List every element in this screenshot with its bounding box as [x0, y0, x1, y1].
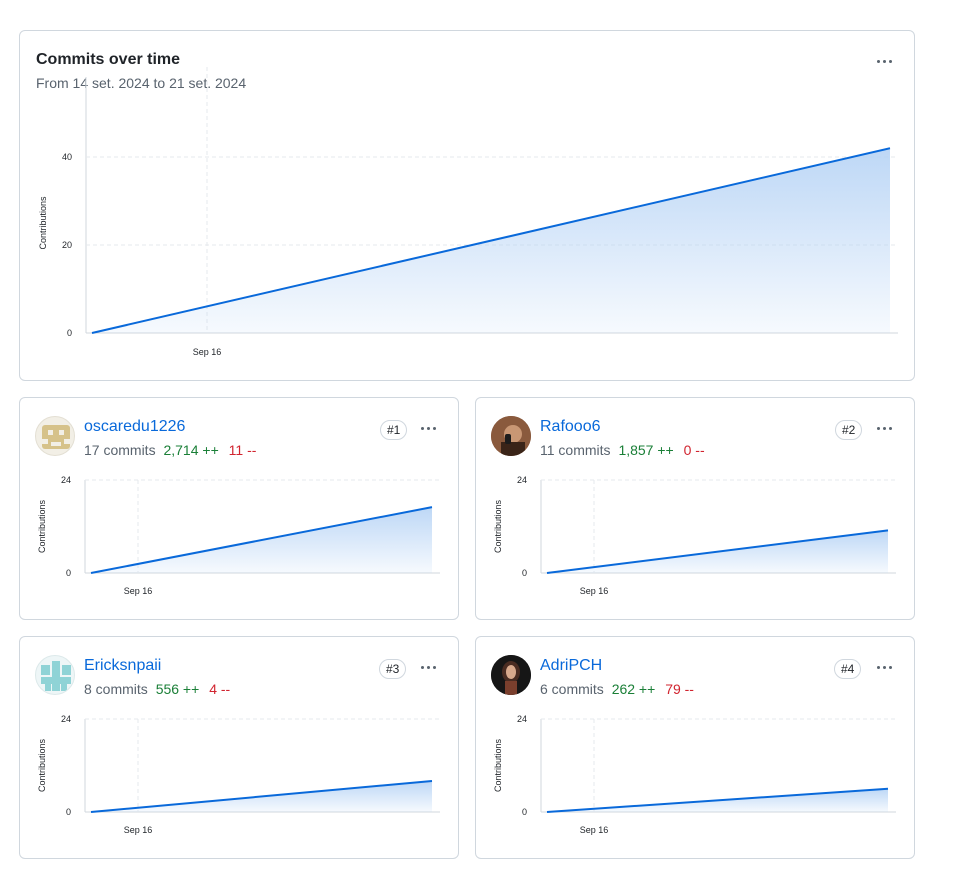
contributor-card: Ericksnpaii 8 commits 556 ++ 4 -- #3 0 24… [19, 636, 459, 859]
y-tick-label: 24 [61, 714, 71, 724]
y-tick-label: 24 [517, 714, 527, 724]
contributor-card: AdriPCH 6 commits 262 ++ 79 -- #4 0 24 Sep… [475, 636, 915, 859]
x-tick-label: Sep 16 [580, 586, 609, 596]
x-tick-label: Sep 16 [193, 347, 222, 357]
commits-over-time-card: Commits over time From 14 set. 2024 to 2… [19, 30, 915, 381]
y-tick-label: 0 [522, 568, 527, 578]
contributor-chart: 0 24 Sep 16 Contributions [37, 714, 440, 835]
y-axis-label: Contributions [38, 196, 48, 250]
y-tick-label: 0 [66, 568, 71, 578]
x-tick-label: Sep 16 [124, 586, 153, 596]
contributor-chart: 0 24 Sep 16 Contributions [37, 475, 440, 596]
y-tick-label: 0 [522, 807, 527, 817]
x-tick-label: Sep 16 [580, 825, 609, 835]
y-tick-label: 0 [66, 807, 71, 817]
contributor-chart: 0 24 Sep 16 Contributions [493, 475, 896, 596]
y-axis-label: Contributions [37, 499, 47, 553]
contributor-chart: 0 24 Sep 16 Contributions [493, 714, 896, 835]
y-axis-label: Contributions [37, 738, 47, 792]
contributor-card: Rafooo6 11 commits 1,857 ++ 0 -- #2 0 24 S… [475, 397, 915, 620]
y-tick-label: 24 [517, 475, 527, 485]
commits-over-time-chart: 0 20 40 Sep 16 Contributions [38, 67, 898, 357]
y-tick-label: 40 [62, 152, 72, 162]
y-axis-label: Contributions [493, 738, 503, 792]
x-tick-label: Sep 16 [124, 825, 153, 835]
y-tick-label: 20 [62, 240, 72, 250]
y-tick-label: 24 [61, 475, 71, 485]
contributor-card: oscaredu1226 17 commits 2,714 ++ 11 -- #… [19, 397, 459, 620]
y-tick-label: 0 [67, 328, 72, 338]
y-axis-label: Contributions [493, 499, 503, 553]
